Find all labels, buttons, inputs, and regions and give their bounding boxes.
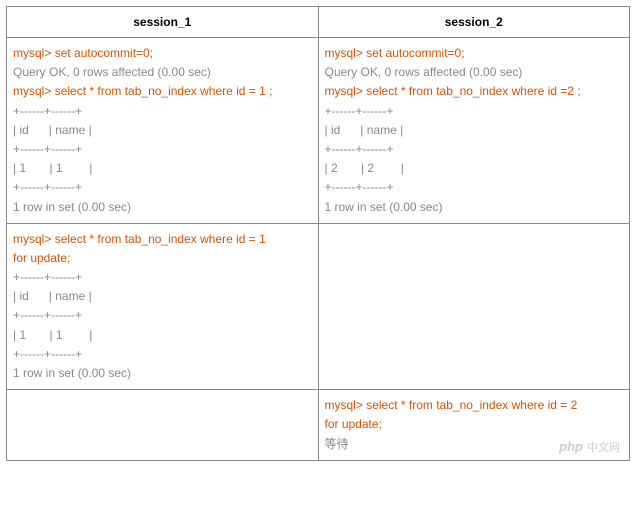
table-data-row: | 2 | 2 | (325, 159, 624, 178)
sql-command: select * from tab_no_index where id = 2 (366, 398, 577, 412)
table-data-row: | 1 | 1 | (13, 326, 312, 345)
header-session-2: session_2 (318, 7, 630, 38)
table-border: +------+------+ (13, 140, 312, 159)
row-count: 1 row in set (0.00 sec) (13, 198, 312, 217)
prompt: mysql> (325, 46, 367, 60)
sql-command-cont: for update; (325, 415, 624, 434)
table-border: +------+------+ (13, 306, 312, 325)
session-comparison-table: session_1 session_2 mysql> set autocommi… (6, 6, 630, 461)
prompt: mysql> (13, 46, 55, 60)
table-header-row: | id | name | (13, 121, 312, 140)
table-border: +------+------+ (13, 345, 312, 364)
query-result: Query OK, 0 rows affected (0.00 sec) (325, 63, 624, 82)
header-session-1: session_1 (7, 7, 319, 38)
table-row: mysql> select * from tab_no_index where … (7, 390, 630, 461)
sql-command: select * from tab_no_index where id = 1 … (55, 84, 273, 98)
query-result: Query OK, 0 rows affected (0.00 sec) (13, 63, 312, 82)
table-row: mysql> select * from tab_no_index where … (7, 223, 630, 390)
cell-s1-step3 (7, 390, 319, 461)
cell-s1-step1: mysql> set autocommit=0; Query OK, 0 row… (7, 38, 319, 224)
cell-s2-step1: mysql> set autocommit=0; Query OK, 0 row… (318, 38, 630, 224)
prompt: mysql> (13, 232, 55, 246)
table-border: +------+------+ (13, 178, 312, 197)
table-data-row: | 1 | 1 | (13, 159, 312, 178)
watermark-text: 中文网 (587, 439, 620, 455)
prompt: mysql> (325, 84, 367, 98)
table-border: +------+------+ (325, 140, 624, 159)
table-border: +------+------+ (325, 102, 624, 121)
watermark-logo: php (559, 439, 583, 454)
sql-command: select * from tab_no_index where id =2 ; (366, 84, 580, 98)
table-header-row: | id | name | (325, 121, 624, 140)
table-border: +------+------+ (13, 268, 312, 287)
table-header-row: | id | name | (13, 287, 312, 306)
sql-command: set autocommit=0; (366, 46, 464, 60)
watermark: php 中文网 (559, 439, 620, 455)
table-border: +------+------+ (13, 102, 312, 121)
table-row: mysql> set autocommit=0; Query OK, 0 row… (7, 38, 630, 224)
sql-command: set autocommit=0; (55, 46, 153, 60)
row-count: 1 row in set (0.00 sec) (325, 198, 624, 217)
row-count: 1 row in set (0.00 sec) (13, 364, 312, 383)
sql-command-cont: for update; (13, 249, 312, 268)
prompt: mysql> (13, 84, 55, 98)
cell-s2-step2 (318, 223, 630, 390)
cell-s1-step2: mysql> select * from tab_no_index where … (7, 223, 319, 390)
sql-command: select * from tab_no_index where id = 1 (55, 232, 266, 246)
table-border: +------+------+ (325, 178, 624, 197)
prompt: mysql> (325, 398, 367, 412)
